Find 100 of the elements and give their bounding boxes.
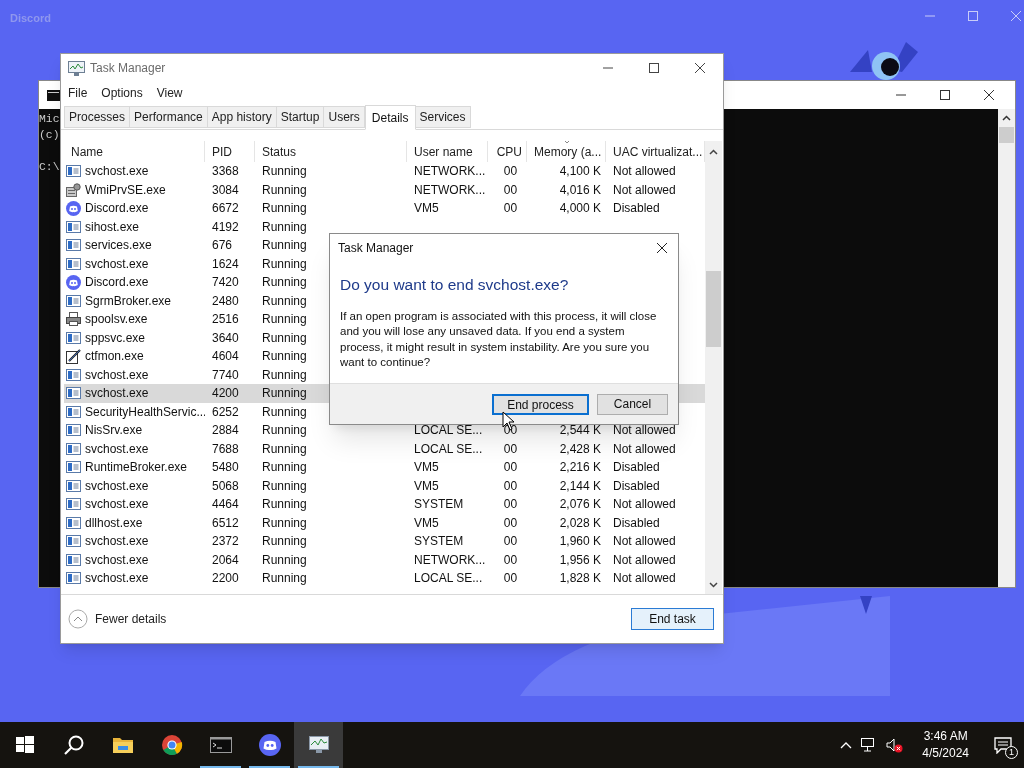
- process-name[interactable]: NisSrv.exe: [85, 421, 143, 440]
- column-header[interactable]: Status: [255, 141, 407, 162]
- process-name[interactable]: RuntimeBroker.exe: [85, 458, 188, 477]
- process-name[interactable]: svchost.exe: [85, 569, 149, 588]
- process-name[interactable]: sihost.exe: [85, 217, 140, 236]
- process-name[interactable]: svchost.exe: [85, 162, 149, 181]
- process-name[interactable]: sppsvc.exe: [85, 328, 146, 347]
- table-cell-text: 5480: [212, 459, 239, 477]
- notification-icon: [994, 736, 1012, 754]
- column-header[interactable]: User name: [407, 141, 488, 162]
- tab[interactable]: Startup: [276, 106, 325, 128]
- table-cell-text: 3084: [212, 181, 239, 199]
- process-name[interactable]: svchost.exe: [85, 550, 149, 569]
- menu-item[interactable]: File: [68, 84, 88, 102]
- column-header[interactable]: CPU: [488, 141, 527, 162]
- process-name[interactable]: dllhost.exe: [85, 513, 143, 532]
- terminal-icon: [209, 734, 232, 756]
- tab[interactable]: Services: [415, 106, 471, 128]
- scrollbar[interactable]: [705, 141, 722, 594]
- taskbar-button[interactable]: [294, 722, 343, 768]
- service-icon: [66, 293, 81, 308]
- service-icon: [66, 423, 81, 438]
- column-header[interactable]: PID: [205, 141, 255, 162]
- table-cell-text: 6252: [212, 403, 239, 421]
- table-cell-text: Running: [262, 274, 307, 292]
- scroll-thumb[interactable]: [706, 271, 721, 347]
- table-cell-text: Running: [262, 237, 307, 255]
- service-icon: [66, 441, 81, 456]
- scrollbar[interactable]: [998, 109, 1015, 587]
- table-cell-text: VM5: [414, 459, 439, 477]
- discord-icon: [258, 734, 281, 756]
- table-cell-text: 6672: [212, 200, 239, 218]
- tab[interactable]: Details: [364, 105, 416, 130]
- clock-time: 3:46 AM: [923, 728, 968, 745]
- tab[interactable]: Processes: [64, 106, 131, 128]
- clock[interactable]: 3:46 AM 4/5/2024: [912, 728, 979, 762]
- process-name[interactable]: SgrmBroker.exe: [85, 291, 172, 310]
- scroll-up-icon[interactable]: [1002, 115, 1011, 121]
- menu-item[interactable]: Options: [101, 84, 143, 102]
- scroll-up-icon[interactable]: [709, 149, 718, 155]
- process-name[interactable]: Discord.exe: [85, 273, 149, 292]
- table-cell-text: Running: [262, 348, 307, 366]
- close-icon[interactable]: [694, 62, 706, 74]
- table-cell-text: Running: [262, 496, 307, 514]
- table-cell-text: 2,428 K: [559, 440, 601, 458]
- scroll-thumb[interactable]: [999, 127, 1014, 143]
- process-name[interactable]: svchost.exe: [85, 365, 149, 384]
- task-manager-icon: [68, 60, 85, 76]
- process-name[interactable]: svchost.exe: [85, 495, 149, 514]
- process-name[interactable]: services.exe: [85, 236, 152, 255]
- clock-date: 4/5/2024: [922, 745, 969, 762]
- cancel-button[interactable]: Cancel: [597, 393, 668, 415]
- process-name[interactable]: svchost.exe: [85, 476, 149, 495]
- column-header[interactable]: Name: [64, 141, 205, 162]
- browser-icon: [160, 734, 183, 756]
- table-cell-text: 2,076 K: [559, 496, 601, 514]
- column-header[interactable]: Memory (a...: [527, 141, 606, 162]
- dialog-heading: Do you want to end svchost.exe?: [340, 275, 570, 295]
- notification-button[interactable]: 1: [988, 730, 1018, 760]
- menu-item[interactable]: View: [156, 84, 183, 102]
- table-cell-text: NETWORK...: [414, 551, 486, 569]
- table-cell-text: 7420: [212, 274, 239, 292]
- table-cell-text: Running: [262, 181, 307, 199]
- table-cell-text: SYSTEM: [414, 533, 464, 551]
- process-name[interactable]: svchost.exe: [85, 439, 149, 458]
- table-cell-text: Disabled: [613, 477, 660, 495]
- table-cell-text: 2,028 K: [559, 514, 601, 532]
- console-line: C:\: [39, 160, 60, 175]
- fewer-details-toggle[interactable]: Fewer details: [68, 609, 167, 629]
- process-name[interactable]: svchost.exe: [85, 384, 149, 403]
- tab[interactable]: Users: [324, 106, 365, 128]
- close-icon[interactable]: [656, 242, 668, 254]
- process-name[interactable]: spoolsv.exe: [85, 310, 148, 329]
- table-cell-text: Not allowed: [613, 181, 676, 199]
- process-name[interactable]: WmiPrvSE.exe: [85, 180, 166, 199]
- tab[interactable]: Performance: [130, 106, 208, 128]
- scroll-down-icon[interactable]: [709, 582, 718, 588]
- process-name[interactable]: svchost.exe: [85, 254, 149, 273]
- table-cell-text: 4464: [212, 496, 239, 514]
- gear-box-icon: [66, 182, 81, 197]
- table-cell-text: 00: [503, 514, 518, 532]
- chevron-up-icon[interactable]: [840, 741, 853, 749]
- dialog-title: Task Manager: [338, 240, 414, 257]
- speaker-muted-icon[interactable]: [886, 737, 904, 753]
- table-cell-text: NETWORK...: [414, 181, 486, 199]
- end-process-button[interactable]: End process: [492, 393, 589, 415]
- tab[interactable]: App history: [207, 106, 277, 128]
- process-name[interactable]: SecurityHealthServic...: [85, 402, 205, 421]
- table-cell-text: 4,000 K: [559, 200, 601, 218]
- table-cell-text: 1,960 K: [559, 533, 601, 551]
- dialog-message: If an open program is associated with this process, it will close and you will lose any unsaved data. If you end a system process, it might result in system instability. Are you sure you want to continue?: [340, 309, 658, 370]
- process-name[interactable]: ctfmon.exe: [85, 347, 144, 366]
- end-task-button[interactable]: End task: [631, 608, 714, 630]
- table-cell-text: NETWORK...: [414, 163, 486, 181]
- maximize-icon[interactable]: [939, 89, 951, 101]
- maximize-icon[interactable]: [648, 62, 660, 74]
- table-cell-text: Not allowed: [613, 422, 676, 440]
- close-icon[interactable]: [983, 89, 995, 101]
- process-name[interactable]: svchost.exe: [85, 532, 149, 551]
- process-name[interactable]: Discord.exe: [85, 199, 149, 218]
